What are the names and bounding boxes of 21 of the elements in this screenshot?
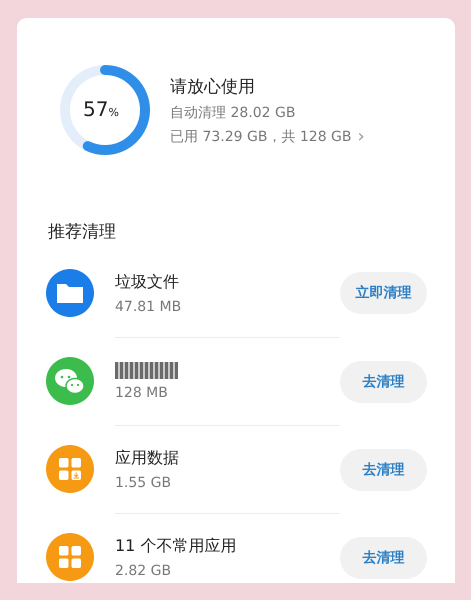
item-title: 应用数据 (115, 448, 180, 469)
item-title: 垃圾文件 (115, 272, 180, 292)
folder-icon (46, 269, 94, 317)
app-grid-icon (46, 445, 94, 493)
clean-button[interactable]: 立即清理 (340, 272, 427, 314)
item-size: 128 MB (115, 385, 169, 401)
usage-text[interactable]: 已用 73.29 GB，共 128 GB (170, 128, 352, 146)
obscured-text (115, 362, 178, 379)
usage-percent: 57% (83, 97, 119, 121)
clean-button[interactable]: 去清理 (340, 448, 427, 490)
status-title: 请放心使用 (170, 76, 256, 98)
item-size: 1.55 GB (115, 475, 172, 491)
auto-clean-text: 自动清理 28.02 GB (170, 104, 296, 122)
clean-button[interactable]: 去清理 (340, 360, 427, 402)
chevron-icon[interactable]: › (358, 128, 365, 146)
section-title: 推荐清理 (47, 221, 117, 243)
item-title: 11 个不常用应用 (115, 536, 238, 557)
item-size: 47.81 MB (115, 298, 182, 314)
chat-bubbles-icon (46, 357, 94, 405)
item-size: 2.82 GB (115, 563, 172, 579)
clean-button[interactable]: 去清理 (340, 536, 427, 578)
